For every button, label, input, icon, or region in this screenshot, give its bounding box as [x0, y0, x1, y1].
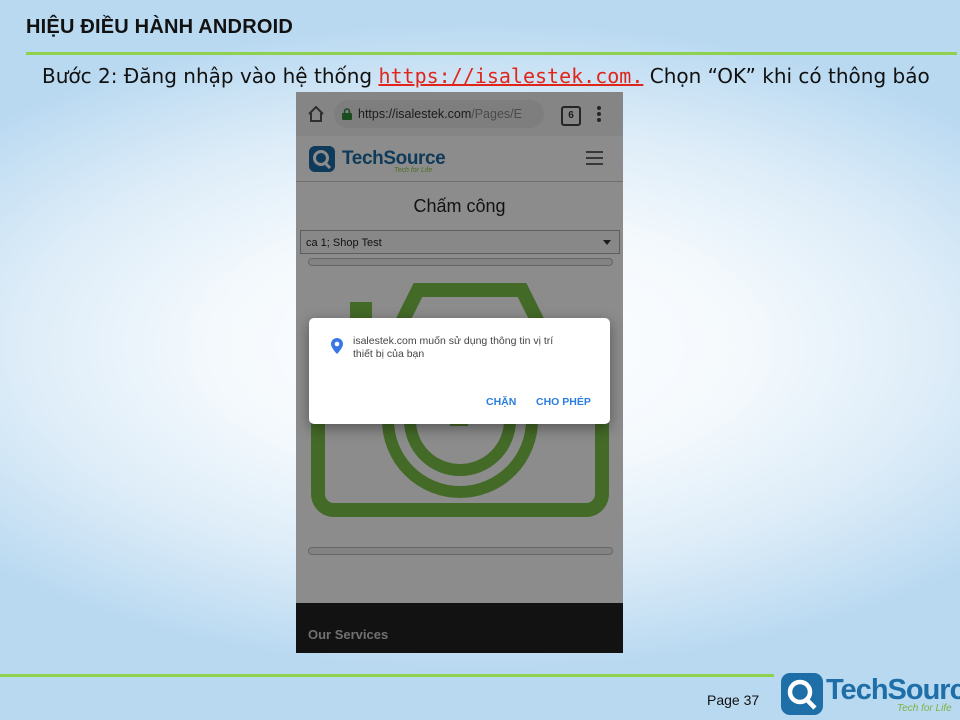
slide-title: HIỆU ĐIỀU HÀNH ANDROID	[26, 16, 293, 38]
footer-divider	[0, 674, 774, 677]
location-permission-dialog: isalestek.com muốn sử dụng thông tin vị …	[309, 318, 610, 424]
allow-button[interactable]: CHO PHÉP	[536, 396, 591, 408]
dialog-message: isalestek.com muốn sử dụng thông tin vị …	[353, 335, 554, 360]
location-pin-icon	[331, 338, 343, 354]
instruction-before: Bước 2: Đăng nhập vào hệ thống	[42, 64, 379, 88]
instruction-after: Chọn “OK” khi có thông báo	[643, 64, 930, 88]
instruction-link[interactable]: https://isalestek.com.	[378, 64, 643, 88]
block-button[interactable]: CHẶN	[486, 396, 516, 408]
instruction-text: Bước 2: Đăng nhập vào hệ thống https://i…	[42, 62, 932, 90]
page-number: Page 37	[707, 692, 760, 708]
title-divider	[26, 52, 957, 55]
phone-screenshot: https://isalestek.com/Pages/E 6 TechSour…	[296, 92, 623, 653]
brand-tagline: Tech for Life	[897, 703, 952, 714]
